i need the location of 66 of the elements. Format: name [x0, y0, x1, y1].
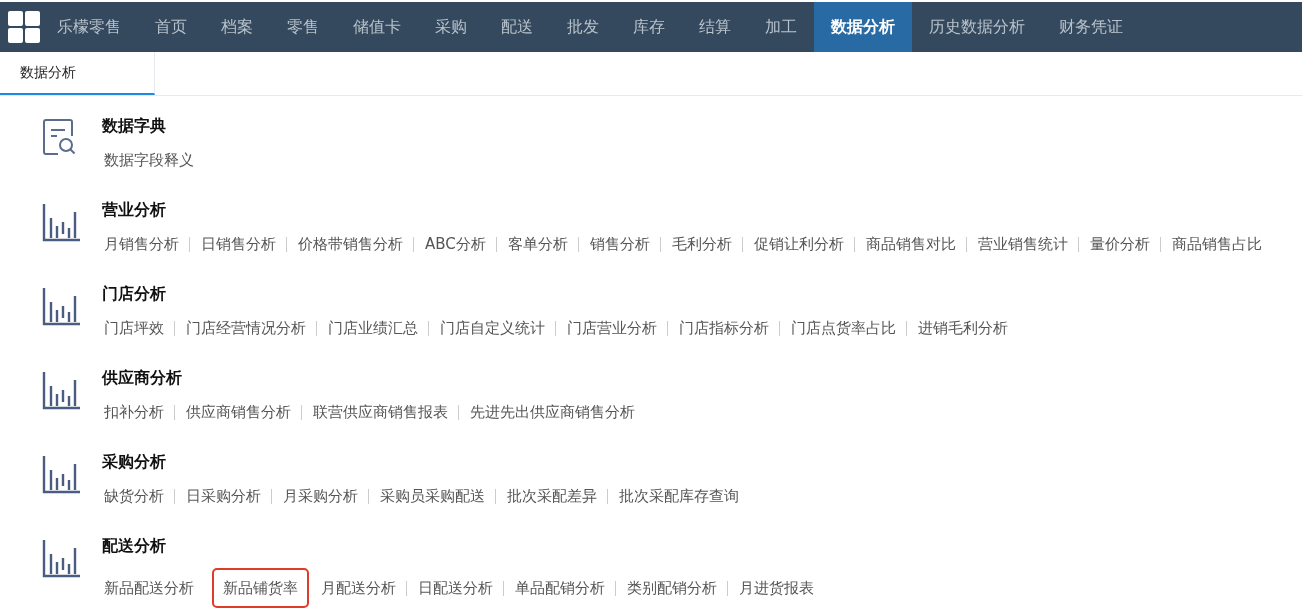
report-link[interactable]: 数据字段释义: [100, 148, 204, 172]
nav-menu-item[interactable]: 档案: [204, 2, 270, 52]
section-title: 数据字典: [102, 116, 167, 137]
section-title: 配送分析: [102, 536, 167, 557]
report-link[interactable]: 单品配销分析: [511, 576, 615, 600]
brand-name[interactable]: 乐檬零售: [52, 2, 138, 52]
report-link[interactable]: 批次采配库存查询: [615, 484, 749, 508]
report-link[interactable]: 门店业绩汇总: [324, 316, 428, 340]
nav-menu-item[interactable]: 结算: [682, 2, 748, 52]
section-title: 供应商分析: [102, 368, 183, 389]
nav-menu-item[interactable]: 数据分析: [814, 2, 912, 52]
report-link[interactable]: 门店经营情况分析: [182, 316, 316, 340]
nav-menu-item[interactable]: 储值卡: [336, 2, 418, 52]
report-link[interactable]: 批次采配差异: [503, 484, 607, 508]
report-link[interactable]: 日销售分析: [197, 232, 286, 256]
report-link[interactable]: 日采购分析: [182, 484, 271, 508]
report-link[interactable]: 联营供应商销售报表: [309, 400, 458, 424]
bar-chart-icon: [42, 286, 82, 326]
bar-chart-icon: [42, 370, 82, 410]
report-link[interactable]: 先进先出供应商销售分析: [466, 400, 645, 424]
report-link[interactable]: 新品配送分析: [100, 576, 204, 600]
section-title: 采购分析: [102, 452, 167, 473]
report-link[interactable]: 商品销售占比: [1167, 232, 1272, 256]
report-link[interactable]: 门店指标分析: [675, 316, 779, 340]
report-link[interactable]: 客单分析: [503, 232, 578, 256]
report-link[interactable]: ABC分析: [421, 232, 496, 256]
section-title: 门店分析: [102, 284, 167, 305]
report-link[interactable]: 商品销售对比: [861, 232, 966, 256]
report-link[interactable]: 营业销售统计: [973, 232, 1078, 256]
nav-menu-item[interactable]: 配送: [484, 2, 550, 52]
nav-menu-item[interactable]: 首页: [138, 2, 204, 52]
report-link[interactable]: 量价分析: [1085, 232, 1160, 256]
report-link[interactable]: 日配送分析: [414, 576, 503, 600]
nav-menu-item[interactable]: 批发: [550, 2, 616, 52]
report-link[interactable]: 月配送分析: [317, 576, 406, 600]
nav-menu-item[interactable]: 采购: [418, 2, 484, 52]
report-link[interactable]: 类别配销分析: [623, 576, 727, 600]
report-link[interactable]: 月进货报表: [735, 576, 824, 600]
nav-menu-item[interactable]: 历史数据分析: [912, 2, 1042, 52]
document-search-icon: [42, 118, 78, 156]
report-link[interactable]: 促销让利分析: [749, 232, 854, 256]
report-link[interactable]: 缺货分析: [100, 484, 174, 508]
nav-menu-item[interactable]: 加工: [748, 2, 814, 52]
section-title: 营业分析: [102, 200, 167, 221]
nav-menu-item[interactable]: 零售: [270, 2, 336, 52]
report-link[interactable]: 采购员采购配送: [376, 484, 495, 508]
report-link[interactable]: 门店营业分析: [563, 316, 667, 340]
bar-chart-icon: [42, 538, 82, 578]
bar-chart-icon: [42, 454, 82, 494]
report-link[interactable]: 门店点货率占比: [787, 316, 906, 340]
report-link[interactable]: 扣补分析: [100, 400, 174, 424]
page-tab[interactable]: 数据分析: [0, 52, 155, 95]
report-link[interactable]: 销售分析: [585, 232, 660, 256]
report-link[interactable]: 门店坪效: [100, 316, 174, 340]
report-link[interactable]: 毛利分析: [667, 232, 742, 256]
bar-chart-icon: [42, 202, 82, 242]
report-link[interactable]: 价格带销售分析: [294, 232, 413, 256]
report-link[interactable]: 月销售分析: [100, 232, 189, 256]
nav-menu-item[interactable]: 库存: [616, 2, 682, 52]
report-link[interactable]: 月采购分析: [279, 484, 368, 508]
report-link[interactable]: 门店自定义统计: [436, 316, 555, 340]
nav-menu-item[interactable]: 财务凭证: [1042, 2, 1140, 52]
report-link[interactable]: 供应商销售分析: [182, 400, 301, 424]
grid-logo-icon[interactable]: [8, 11, 40, 43]
report-link[interactable]: 进销毛利分析: [914, 316, 1018, 340]
report-link[interactable]: 新品铺货率: [212, 568, 309, 608]
